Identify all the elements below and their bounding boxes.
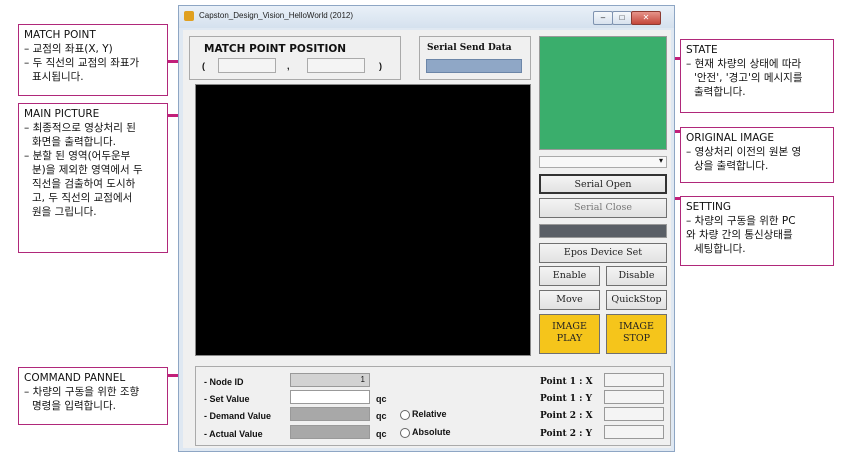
node-id-label: - Node ID [204, 377, 244, 387]
annotation-line: – 두 직선의 교점의 좌표가 [24, 57, 140, 69]
annotation-line: – 영상처리 이전의 원본 영 [686, 146, 802, 158]
point2x-field [604, 407, 664, 421]
state-panel [539, 36, 667, 150]
annotation-line: 직선을 검출하여 도시하 [32, 178, 136, 190]
demand-value-label: - Demand Value [204, 411, 272, 421]
maximize-button[interactable]: □ [612, 11, 632, 25]
actual-value-field [290, 425, 370, 439]
enable-button[interactable]: Enable [539, 266, 600, 286]
annotation-line: 상을 출력합니다. [694, 160, 769, 172]
annotation-match-point: MATCH POINT – 교점의 좌표(X, Y) – 두 직선의 교점의 좌… [18, 24, 168, 96]
serial-send-field [426, 59, 522, 73]
actual-value-label: - Actual Value [204, 429, 263, 439]
image-play-label-1: IMAGE [552, 321, 587, 332]
annotation-title: STATE [686, 44, 718, 56]
comma: , [287, 61, 290, 71]
annotation-line: 세팅합니다. [694, 243, 746, 255]
serial-send-heading: Serial Send Data [427, 43, 512, 53]
set-value-unit: qc [376, 394, 387, 404]
annotation-state: STATE – 현재 차량의 상태에 따라 '안전', '경고'의 메시지를 출… [680, 39, 834, 113]
epos-device-set-button[interactable]: Epos Device Set [539, 243, 667, 263]
main-picture [195, 84, 531, 356]
relative-radio[interactable] [400, 410, 410, 420]
app-window: Capston_Design_Vision_HelloWorld (2012) … [178, 5, 675, 452]
annotation-line: 표시됩니다. [32, 71, 84, 83]
serial-open-button[interactable]: Serial Open [539, 174, 667, 194]
match-y-field[interactable] [307, 58, 365, 73]
title-bar: Capston_Design_Vision_HelloWorld (2012) … [179, 6, 674, 28]
annotation-title: MAIN PICTURE [24, 108, 100, 120]
quickstop-button[interactable]: QuickStop [606, 290, 667, 310]
connection-status-bar [539, 224, 667, 238]
annotation-line: 와 차량 간의 통신상태를 [686, 229, 793, 241]
annotation-title: COMMAND PANNEL [24, 372, 126, 384]
relative-label[interactable]: Relative [412, 409, 447, 419]
annotation-line: – 현재 차량의 상태에 따라 [686, 58, 802, 70]
image-stop-button[interactable]: IMAGE STOP [606, 314, 667, 354]
annotation-setting: SETTING – 차량의 구동을 위한 PC 와 차량 간의 통신상태를 세팅… [680, 196, 834, 266]
command-panel: - Node ID 1 - Set Value qc - Demand Valu… [195, 366, 671, 446]
node-id-value: 1 [360, 375, 365, 384]
point2y-label: Point 2 : Y [540, 429, 593, 439]
annotation-title: SETTING [686, 201, 732, 213]
absolute-label[interactable]: Absolute [412, 427, 451, 437]
absolute-radio[interactable] [400, 428, 410, 438]
annotation-main-picture: MAIN PICTURE – 최종적으로 영상처리 된 화면을 출력합니다. –… [18, 103, 168, 253]
annotation-line: 출력합니다. [694, 86, 746, 98]
annotation-title: ORIGINAL IMAGE [686, 132, 775, 144]
close-button[interactable]: ✕ [631, 11, 661, 25]
annotation-line: – 차량의 구동을 위한 PC [686, 215, 796, 227]
annotation-command-pannel: COMMAND PANNEL – 차량의 구동을 위한 조향 명령을 입력합니다… [18, 367, 168, 425]
node-id-field[interactable]: 1 [290, 373, 370, 387]
image-stop-label-2: STOP [622, 333, 651, 344]
point1y-field [604, 390, 664, 404]
point1x-label: Point 1 : X [540, 377, 593, 387]
annotation-line: – 교점의 좌표(X, Y) [24, 43, 113, 55]
point2y-field [604, 425, 664, 439]
image-play-label-2: PLAY [556, 333, 583, 344]
open-paren: ( [202, 61, 205, 71]
close-paren: ) [379, 61, 382, 71]
set-value-field[interactable] [290, 390, 370, 404]
image-stop-label-1: IMAGE [619, 321, 654, 332]
window-title: Capston_Design_Vision_HelloWorld (2012) [199, 11, 354, 20]
client-area: MATCH POINT POSITION ( , ) Serial Send D… [183, 30, 671, 448]
demand-value-unit: qc [376, 411, 387, 421]
annotation-line: 명령을 입력합니다. [32, 400, 116, 412]
image-play-button[interactable]: IMAGE PLAY [539, 314, 600, 354]
match-x-field[interactable] [218, 58, 276, 73]
annotation-title: MATCH POINT [24, 29, 96, 41]
annotation-line: 분)을 제외한 영역에서 두 [32, 164, 143, 176]
match-point-group: MATCH POINT POSITION ( , ) [189, 36, 401, 80]
annotation-line: 화면을 출력합니다. [32, 136, 116, 148]
annotation-line: 고, 두 직선의 교점에서 [32, 192, 133, 204]
point2x-label: Point 2 : X [540, 411, 593, 421]
annotation-line: – 최종적으로 영상처리 된 [24, 122, 136, 134]
app-icon [184, 11, 194, 21]
disable-button[interactable]: Disable [606, 266, 667, 286]
annotation-line: '안전', '경고'의 메시지를 [694, 72, 803, 84]
minimize-button[interactable]: – [593, 11, 613, 25]
annotation-line: – 차량의 구동을 위한 조향 [24, 386, 140, 398]
chevron-down-icon: ▾ [658, 156, 663, 165]
point1y-label: Point 1 : Y [540, 394, 593, 404]
annotation-line: – 분할 된 영역(어두운부 [24, 150, 131, 162]
point1x-field [604, 373, 664, 387]
demand-value-field [290, 407, 370, 421]
serial-send-group: Serial Send Data [419, 36, 531, 80]
annotation-original-image: ORIGINAL IMAGE – 영상처리 이전의 원본 영 상을 출력합니다. [680, 127, 834, 183]
match-point-heading: MATCH POINT POSITION [204, 43, 347, 55]
actual-value-unit: qc [376, 429, 387, 439]
set-value-label: - Set Value [204, 394, 250, 404]
annotation-line: 원을 그립니다. [32, 206, 97, 218]
image-source-dropdown[interactable]: ▾ [539, 156, 667, 168]
move-button[interactable]: Move [539, 290, 600, 310]
serial-close-button[interactable]: Serial Close [539, 198, 667, 218]
